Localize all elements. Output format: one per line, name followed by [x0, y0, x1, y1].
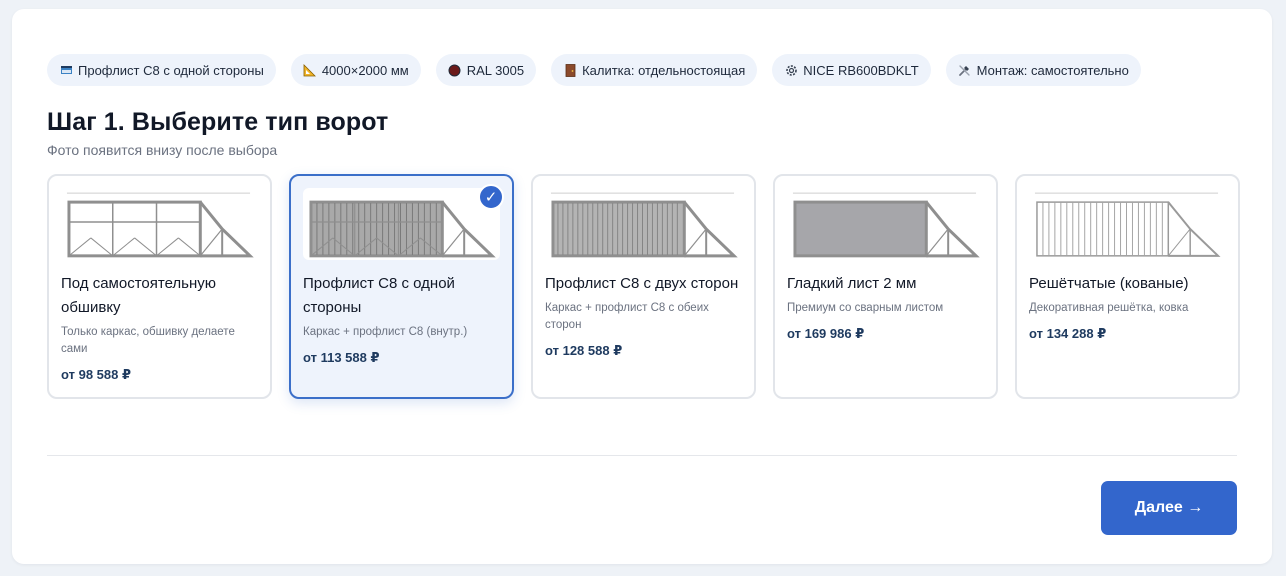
gate-type-description: Только каркас, обшивку делаете сами — [61, 326, 235, 355]
summary-chip-label: RAL 3005 — [466, 62, 525, 78]
door-icon — [563, 63, 577, 77]
gate-type-options: Под самостоятельную обшивку Только карка… — [47, 174, 1240, 399]
selected-check-icon: ✓ — [478, 184, 504, 210]
gate-type-card-smooth[interactable]: Гладкий лист 2 мм Премиум со сварным лис… — [773, 174, 998, 399]
summary-chip-color: RAL 3005 — [435, 54, 537, 86]
summary-chip-drive: NICE RB600BDKLT — [772, 54, 931, 86]
summary-chip-label: NICE RB600BDKLT — [803, 62, 919, 78]
gate-type-description: Премиум со сварным листом — [787, 302, 944, 314]
summary-chip-sheet: Профлист С8 с одной стороны — [47, 54, 276, 86]
gate-type-title: Гладкий лист 2 мм — [787, 275, 917, 292]
step-title: Шаг 1. Выберите тип ворот — [47, 108, 389, 136]
next-button[interactable]: Далее → — [1101, 481, 1237, 535]
gate-image-c8-one — [303, 188, 500, 260]
wizard-panel: Профлист С8 с одной стороны 4000×2000 мм… — [12, 9, 1272, 564]
gate-type-card-c8-two[interactable]: Профлист С8 с двух сторон Каркас + профл… — [531, 174, 756, 399]
gate-type-title: Профлист С8 с одной стороны — [303, 275, 455, 316]
step-subtitle: Фото появится внизу после выбора — [47, 142, 278, 158]
gate-type-title: Профлист С8 с двух сторон — [545, 275, 739, 292]
gate-image-lattice — [1029, 188, 1226, 260]
gear-icon — [784, 63, 798, 77]
tools-icon — [958, 63, 972, 77]
summary-chip-label: Монтаж: самостоятельно — [976, 62, 1129, 78]
ruler-icon — [303, 63, 317, 77]
summary-chip-install: Монтаж: самостоятельно — [945, 54, 1141, 86]
gate-type-title: Под самостоятельную обшивку — [61, 275, 217, 316]
gate-type-description: Каркас + профлист С8 (внутр.) — [303, 326, 468, 338]
gate-image-c8-two — [545, 188, 742, 260]
gate-type-description: Каркас + профлист С8 с обеих сторон — [545, 302, 709, 331]
sheet-icon — [59, 63, 73, 77]
gate-type-card-lattice[interactable]: Решётчатые (кованые) Декоративная решётк… — [1015, 174, 1240, 399]
gate-type-price: от 169 986 ₽ — [787, 326, 865, 341]
summary-chip-label: Профлист С8 с одной стороны — [78, 62, 264, 78]
color-dot-icon — [448, 63, 462, 77]
gate-type-title: Решётчатые (кованые) — [1029, 275, 1189, 292]
summary-chip-label: Калитка: отдельностоящая — [582, 62, 746, 78]
summary-chip-wicket: Калитка: отдельностоящая — [551, 54, 758, 86]
summary-chip-label: 4000×2000 мм — [321, 62, 409, 78]
gate-type-description: Декоративная решётка, ковка — [1029, 302, 1189, 314]
gate-type-price: от 134 288 ₽ — [1029, 326, 1107, 341]
summary-chips: Профлист С8 с одной стороны 4000×2000 мм… — [47, 54, 1141, 86]
gate-image-frame — [61, 188, 258, 260]
gate-type-price: от 113 588 ₽ — [303, 350, 380, 365]
gate-type-price: от 128 588 ₽ — [545, 343, 623, 358]
gate-type-card-c8-one[interactable]: ✓ Профлист С8 с одной стороны Каркас + п… — [289, 174, 514, 399]
summary-chip-size: 4000×2000 мм — [290, 54, 421, 86]
footer-divider — [47, 455, 1237, 456]
gate-image-smooth — [787, 188, 984, 260]
gate-type-card-frame[interactable]: Под самостоятельную обшивку Только карка… — [47, 174, 272, 399]
gate-type-price: от 98 588 ₽ — [61, 367, 132, 382]
